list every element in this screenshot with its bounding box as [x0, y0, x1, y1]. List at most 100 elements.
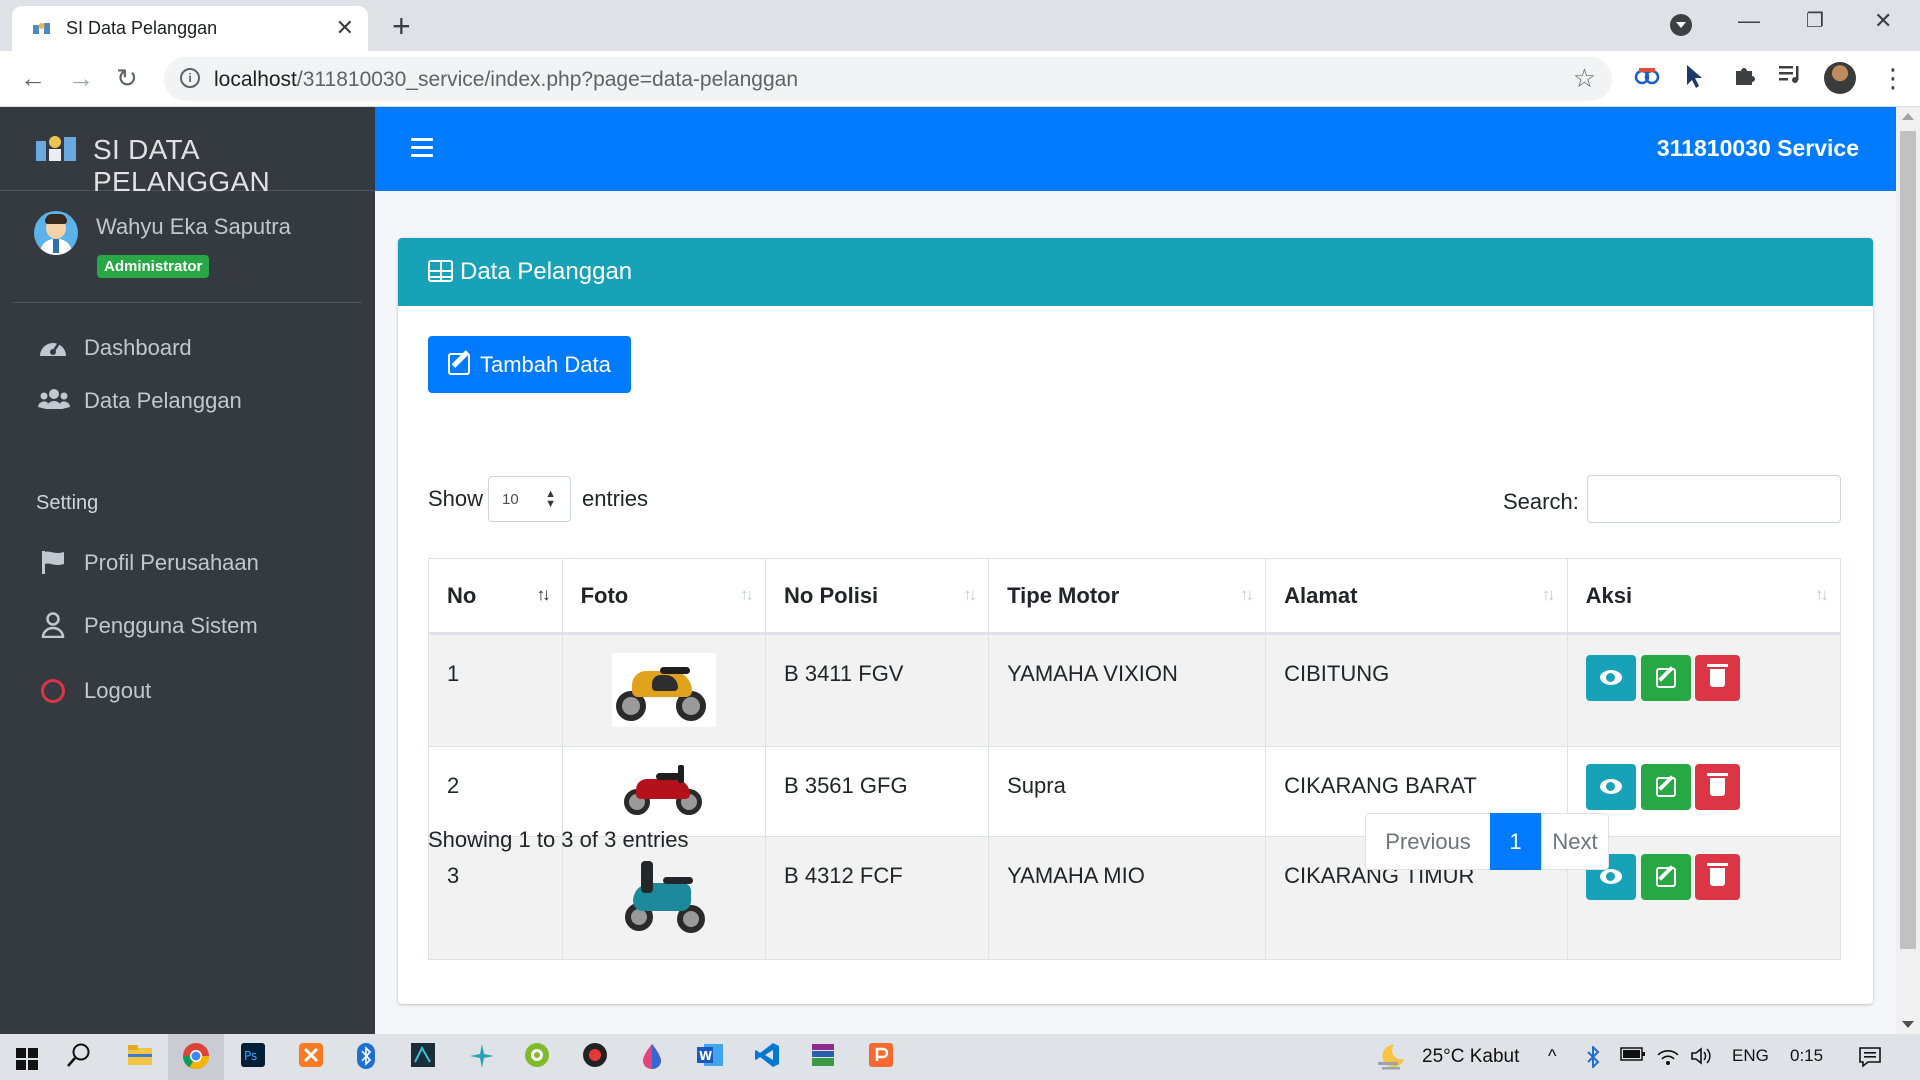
- column-header-foto[interactable]: Foto ↑↓: [561, 558, 767, 635]
- tambah-data-button[interactable]: Tambah Data: [428, 336, 631, 393]
- weather-text[interactable]: 25°C Kabut: [1422, 1046, 1519, 1068]
- pagination-previous[interactable]: Previous: [1365, 813, 1491, 870]
- browser-tab[interactable]: SI Data Pelanggan ✕: [12, 6, 368, 51]
- xampp-icon[interactable]: [298, 1042, 328, 1072]
- column-header-tipe-motor[interactable]: Tipe Motor ↑↓: [988, 558, 1267, 635]
- eye-icon: [1599, 779, 1622, 794]
- data-table: No ↑↓ Foto ↑↓ No Polisi ↑↓ Tipe Motor ↑↓ Ala…: [428, 558, 1842, 960]
- tab-search-icon[interactable]: [1670, 14, 1692, 36]
- cursor-extension-icon[interactable]: [1684, 63, 1706, 96]
- volume-icon[interactable]: [1690, 1046, 1714, 1072]
- column-header-aksi[interactable]: Aksi ↑↓: [1566, 558, 1842, 635]
- sidebar-item-logout[interactable]: Logout: [16, 665, 360, 717]
- edit-button[interactable]: [1640, 764, 1691, 810]
- cell-no-polisi: B 3561 GFG: [765, 746, 990, 837]
- extension-owl-icon[interactable]: [1634, 63, 1660, 96]
- sidebar-item-dashboard[interactable]: Dashboard: [16, 322, 360, 374]
- column-header-alamat[interactable]: Alamat ↑↓: [1265, 558, 1568, 635]
- edit-button[interactable]: [1640, 854, 1691, 900]
- drop-app-icon[interactable]: [640, 1042, 670, 1072]
- page-scrollbar[interactable]: [1896, 107, 1920, 1034]
- search-input[interactable]: [1587, 475, 1841, 523]
- power-icon: [38, 677, 68, 705]
- column-header-no[interactable]: No ↑↓: [428, 558, 563, 635]
- file-explorer-icon[interactable]: [126, 1042, 156, 1072]
- edit-icon: [1655, 668, 1676, 688]
- reading-list-icon[interactable]: [1778, 63, 1802, 92]
- tray-bluetooth-icon[interactable]: [1586, 1044, 1600, 1074]
- brand-text: SI DATA PELANGGAN: [93, 134, 270, 197]
- motorcycle-photo[interactable]: [622, 761, 706, 821]
- user-name[interactable]: Wahyu Eka Saputra: [96, 214, 291, 240]
- url-text[interactable]: localhost/311810030_service/index.php?pa…: [214, 68, 798, 92]
- wifi-icon[interactable]: [1656, 1046, 1680, 1072]
- powerpoint-icon[interactable]: [868, 1042, 898, 1072]
- sidebar-item-profil-perusahaan[interactable]: Profil Perusahaan: [16, 537, 360, 589]
- delete-button[interactable]: [1694, 655, 1740, 701]
- pagination-next[interactable]: Next: [1541, 813, 1609, 870]
- record-icon[interactable]: [582, 1042, 612, 1072]
- photoshop-icon[interactable]: Ps: [240, 1042, 270, 1072]
- tray-chevron-icon[interactable]: ^: [1548, 1046, 1556, 1067]
- winrar-icon[interactable]: [810, 1042, 840, 1072]
- edit-icon: [1655, 867, 1676, 887]
- table-icon: [428, 260, 453, 282]
- column-header-no-polisi[interactable]: No Polisi ↑↓: [765, 558, 990, 635]
- battery-icon[interactable]: [1620, 1046, 1646, 1068]
- app-green-icon[interactable]: [524, 1042, 554, 1072]
- forward-icon[interactable]: →: [68, 63, 94, 94]
- scrollbar-thumb[interactable]: [1900, 131, 1916, 949]
- weather-moon-icon[interactable]: [1376, 1042, 1406, 1072]
- chrome-icon[interactable]: [182, 1042, 212, 1072]
- sort-icon: ↑↓: [1240, 585, 1254, 604]
- view-button[interactable]: [1585, 655, 1636, 701]
- search-icon[interactable]: [66, 1042, 96, 1072]
- page-length-select[interactable]: 10 ▲ ▼: [488, 476, 571, 522]
- address-bar[interactable]: i localhost/311810030_service/index.php?…: [164, 57, 1612, 101]
- user-avatar[interactable]: [34, 211, 78, 255]
- data-table-wrapper: No ↑↓ Foto ↑↓ No Polisi ↑↓ Tipe Motor ↑↓ Ala…: [428, 558, 1842, 960]
- back-icon[interactable]: ←: [20, 63, 46, 94]
- bookmark-star-icon[interactable]: ☆: [1573, 63, 1596, 94]
- windows-start-icon[interactable]: [16, 1048, 38, 1070]
- clock[interactable]: 0:15: [1790, 1046, 1823, 1066]
- close-tab-icon[interactable]: ✕: [336, 15, 354, 41]
- notification-icon[interactable]: [1858, 1046, 1882, 1074]
- browser-menu-icon[interactable]: ⋮: [1880, 63, 1906, 94]
- minimize-icon[interactable]: —: [1738, 8, 1760, 34]
- site-info-icon[interactable]: i: [180, 68, 200, 88]
- brand-link[interactable]: SI DATA PELANGGAN: [0, 107, 375, 197]
- content-wrapper: Data Pelanggan Tambah Data Show 10 ▲ ▼ en…: [375, 191, 1896, 1034]
- edit-button[interactable]: [1640, 655, 1691, 701]
- user-icon: [38, 612, 68, 640]
- restore-icon[interactable]: ❐: [1806, 8, 1824, 33]
- cell-tipe-motor: YAMAHA VIXION: [988, 633, 1267, 747]
- hamburger-menu-icon[interactable]: [411, 138, 433, 158]
- scroll-up-icon[interactable]: [1902, 113, 1914, 120]
- pagination-page-1[interactable]: 1: [1490, 813, 1541, 870]
- scroll-down-icon[interactable]: [1902, 1021, 1914, 1028]
- view-button[interactable]: [1585, 764, 1636, 810]
- reload-icon[interactable]: ↻: [116, 63, 138, 94]
- close-window-icon[interactable]: ✕: [1874, 8, 1892, 34]
- app-dark-icon[interactable]: [410, 1042, 440, 1072]
- word-icon[interactable]: W: [696, 1042, 726, 1072]
- sidebar-item-data-pelanggan[interactable]: Data Pelanggan: [16, 375, 360, 427]
- sidebar-item-pengguna-sistem[interactable]: Pengguna Sistem: [16, 600, 360, 652]
- extensions-puzzle-icon[interactable]: [1732, 63, 1756, 94]
- language-indicator[interactable]: ENG: [1732, 1046, 1769, 1066]
- entries-label: entries: [582, 486, 649, 511]
- app-plane-icon[interactable]: [468, 1042, 498, 1072]
- motorcycle-photo[interactable]: [619, 853, 709, 941]
- show-label: Show: [428, 486, 484, 511]
- motorcycle-photo[interactable]: [611, 653, 716, 727]
- delete-button[interactable]: [1694, 764, 1740, 810]
- vscode-icon[interactable]: [754, 1042, 784, 1072]
- table-row: 1 B 3411 FGV YAMAHA VIXION CIBITUNG: [428, 633, 1842, 747]
- delete-button[interactable]: [1694, 854, 1740, 900]
- bluetooth-icon[interactable]: [356, 1042, 386, 1072]
- tab-title: SI Data Pelanggan: [66, 18, 218, 38]
- cell-no: 3: [428, 836, 563, 960]
- profile-avatar[interactable]: [1824, 62, 1856, 94]
- new-tab-icon[interactable]: +: [392, 8, 411, 45]
